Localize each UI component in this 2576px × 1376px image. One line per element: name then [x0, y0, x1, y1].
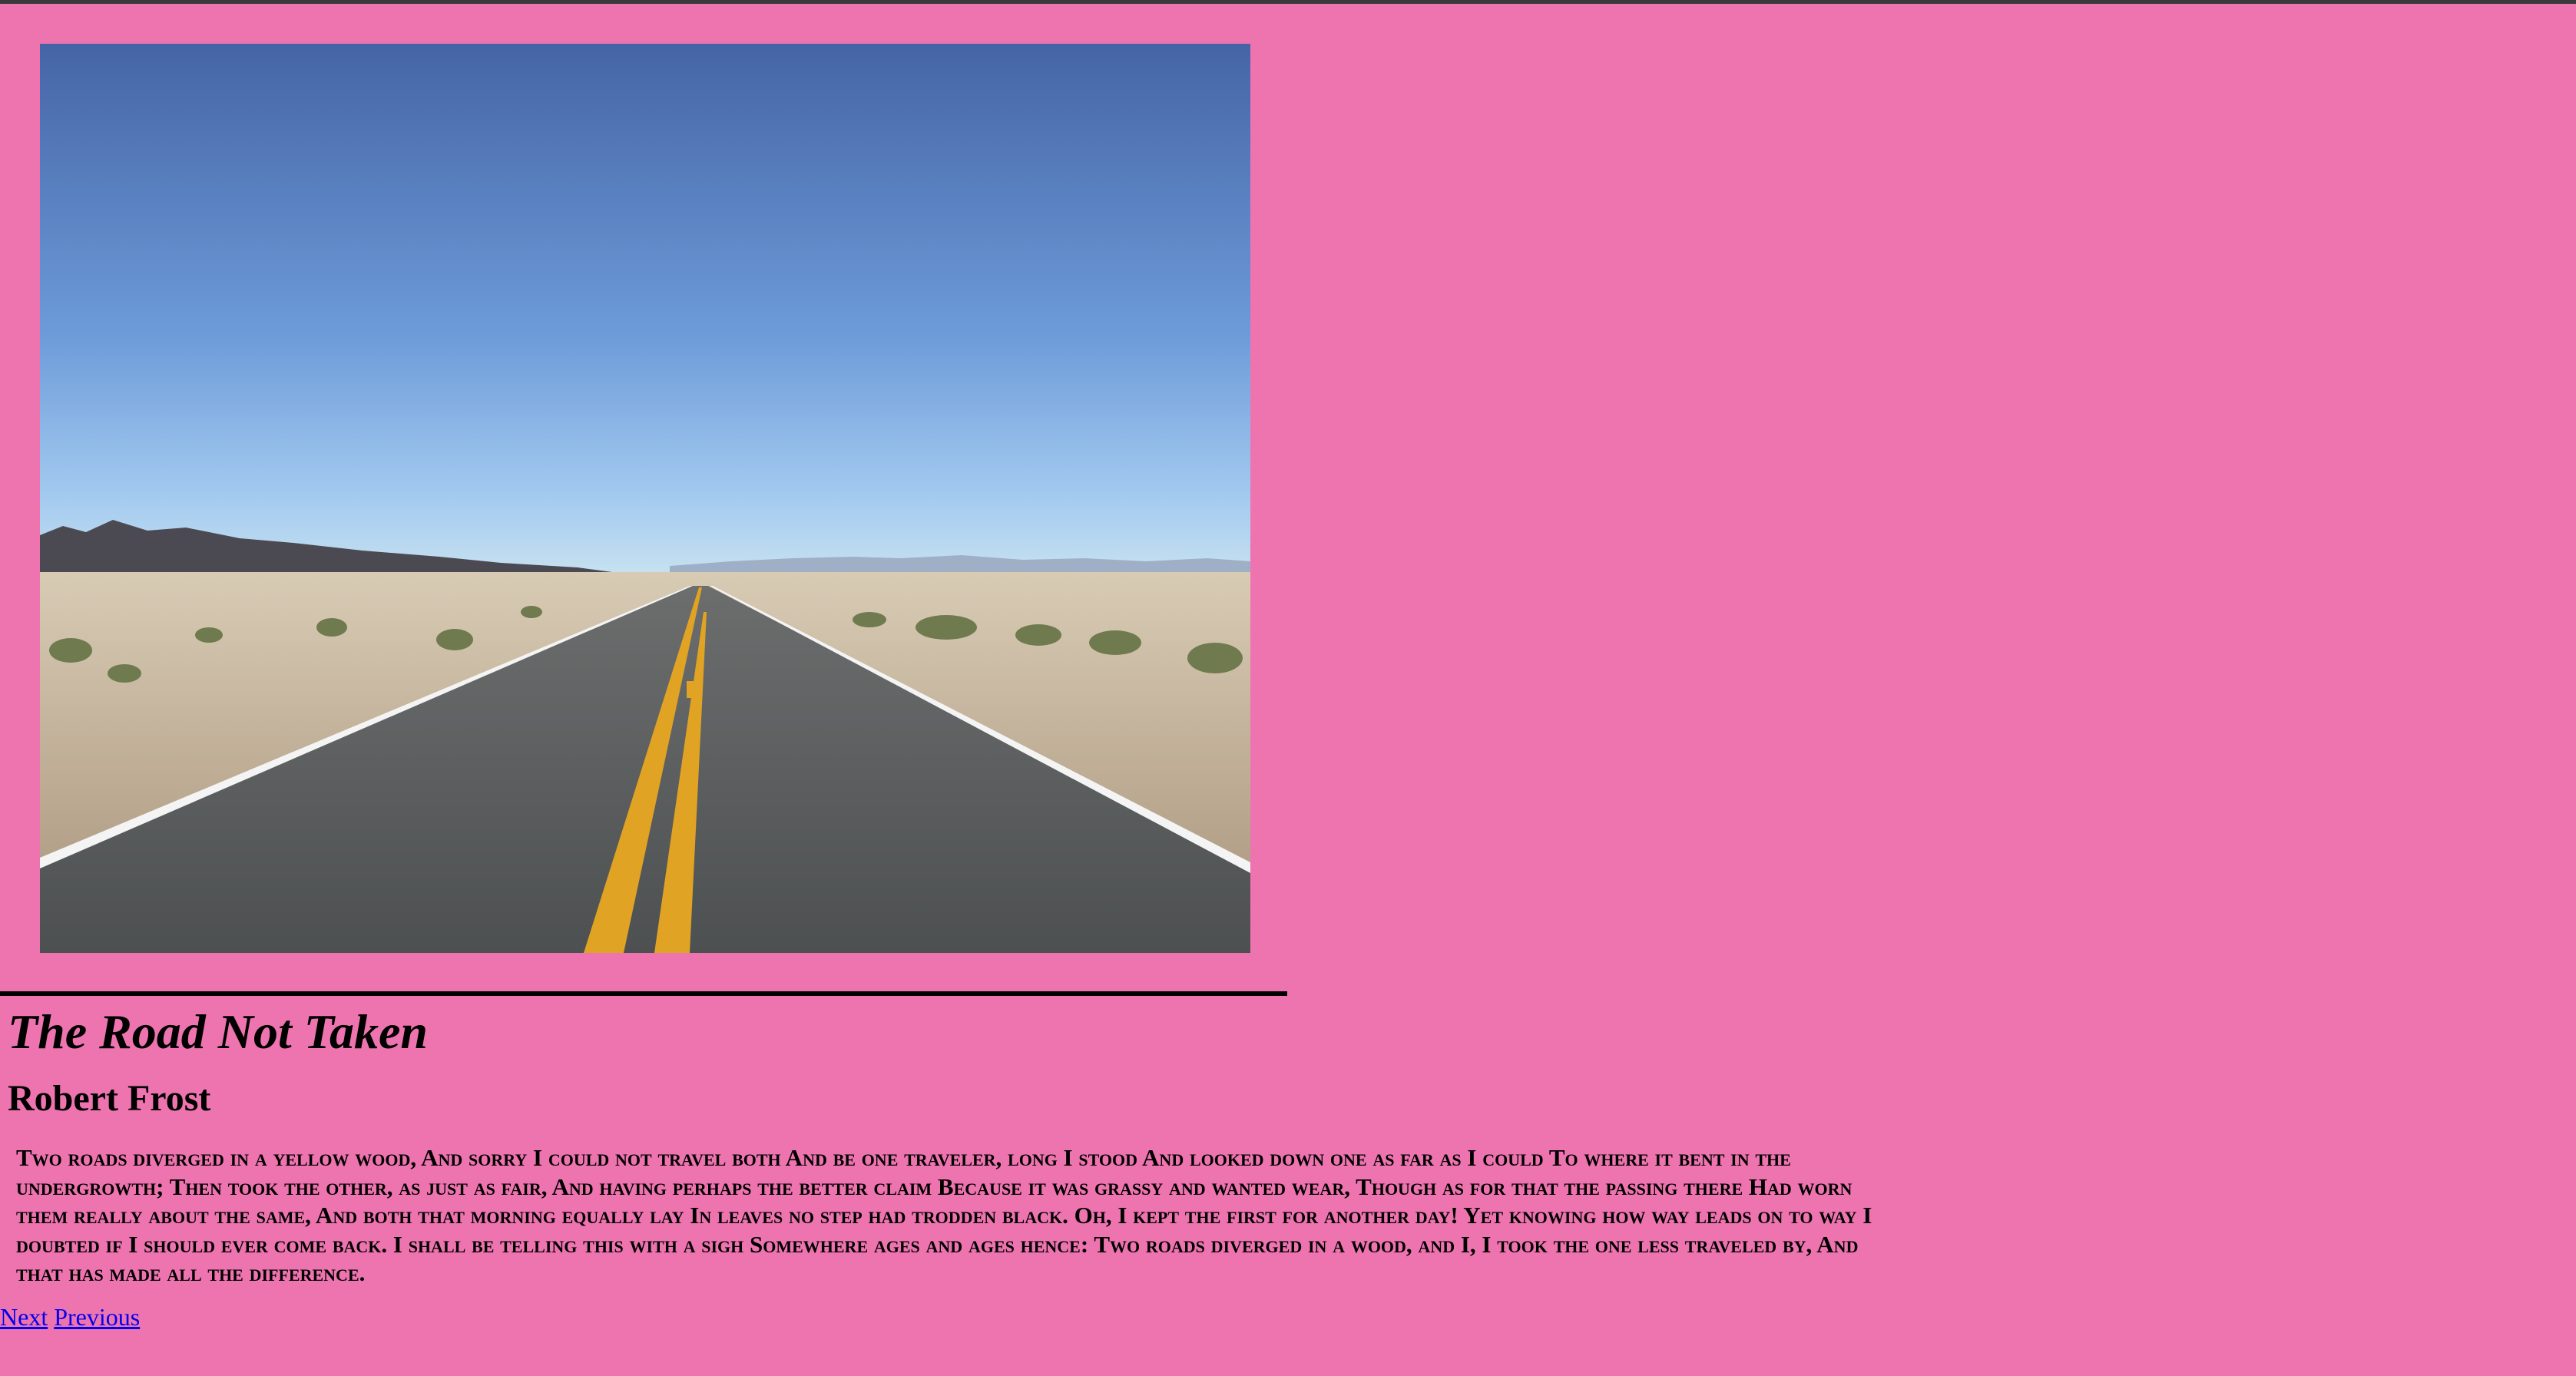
poem-author: Robert Frost [8, 1078, 211, 1119]
poem-text: Two roads diverged in a yellow wood, And… [16, 1144, 1872, 1286]
sky [40, 44, 1250, 574]
poem-title: The Road Not Taken [8, 1004, 428, 1059]
previous-link[interactable]: Previous [54, 1303, 140, 1331]
next-link[interactable]: Next [0, 1303, 48, 1331]
road-photo-graphic [40, 44, 1250, 953]
horizontal-rule [0, 991, 1287, 996]
page-navigation: Next Previous [0, 1303, 140, 1331]
road-photo [40, 44, 1250, 953]
center-dash [687, 681, 694, 698]
